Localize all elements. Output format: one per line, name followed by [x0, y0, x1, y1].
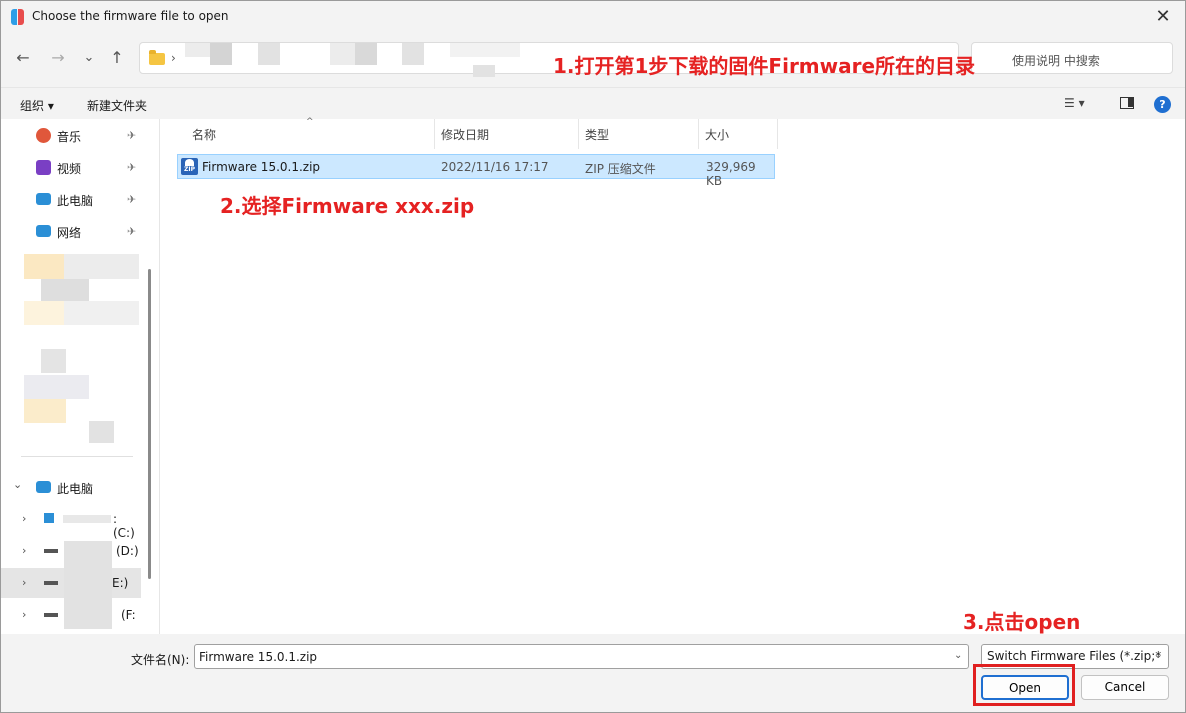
- file-type-filter-value: Switch Firmware Files (*.zip;*: [987, 649, 1162, 663]
- chevron-right-icon[interactable]: ›: [22, 576, 26, 589]
- help-icon[interactable]: ?: [1154, 96, 1171, 113]
- redacted-path: [402, 43, 424, 65]
- column-header-date[interactable]: 修改日期: [441, 126, 489, 143]
- command-toolbar: 组织 ▾ 新建文件夹 ☰ ▾ ?: [1, 87, 1185, 119]
- column-header-type[interactable]: 类型: [585, 126, 609, 143]
- music-icon: [36, 128, 51, 143]
- redacted-drive-names: [64, 541, 112, 629]
- sidebar-item-drive-c[interactable]: › : (C:): [1, 504, 141, 540]
- cancel-button[interactable]: Cancel: [1081, 675, 1169, 700]
- window-title: Choose the firmware file to open: [32, 9, 229, 23]
- drive-label: (D:): [116, 544, 139, 558]
- app-icon: [11, 9, 25, 25]
- redacted-folders: [24, 399, 66, 423]
- recent-locations-chevron-icon[interactable]: ⌄: [78, 47, 100, 69]
- computer-icon: [36, 481, 51, 493]
- folder-icon: [149, 50, 165, 65]
- sidebar-item-label: 此电脑: [57, 482, 94, 496]
- search-box[interactable]: 使用说明 中搜索: [971, 42, 1173, 74]
- close-icon[interactable]: ✕: [1151, 5, 1175, 29]
- drive-label: E:): [112, 576, 129, 590]
- preview-pane-icon[interactable]: [1120, 97, 1134, 109]
- redacted-drive-name: [63, 515, 111, 523]
- redacted-folders: [24, 254, 64, 279]
- address-chevron-icon[interactable]: ›: [171, 51, 176, 65]
- pin-icon: ✈: [127, 225, 137, 238]
- back-arrow-icon[interactable]: ←: [12, 47, 34, 69]
- up-arrow-icon[interactable]: ↑: [106, 47, 128, 69]
- open-button-highlight: [973, 664, 1075, 706]
- column-separator[interactable]: [434, 119, 435, 149]
- new-folder-button[interactable]: 新建文件夹: [87, 97, 147, 114]
- sidebar-divider: [21, 456, 133, 457]
- file-row-firmware-zip[interactable]: ZIP Firmware 15.0.1.zip 2022/11/16 17:17…: [177, 154, 775, 188]
- filename-dropdown-icon[interactable]: ⌄: [954, 650, 962, 661]
- sidebar-item-music[interactable]: 音乐 ✈: [1, 120, 141, 150]
- column-separator[interactable]: [698, 119, 699, 149]
- redacted-folders: [24, 301, 64, 325]
- redacted-folders: [41, 279, 89, 301]
- sidebar-item-label: 网络: [57, 226, 82, 240]
- redacted-folders: [64, 301, 139, 325]
- forward-arrow-icon[interactable]: →: [47, 47, 69, 69]
- sort-ascending-icon: ^: [306, 117, 314, 127]
- file-type: ZIP 压缩文件: [585, 162, 656, 176]
- chevron-right-icon[interactable]: ›: [22, 512, 26, 525]
- sidebar-item-video[interactable]: 视频 ✈: [1, 152, 141, 182]
- redacted-folders: [89, 421, 114, 443]
- sidebar-item-label: 音乐: [57, 130, 82, 144]
- filename-label: 文件名(N):: [131, 653, 190, 667]
- sidebar-item-label: 此电脑: [57, 194, 94, 208]
- chevron-right-icon[interactable]: ›: [22, 544, 26, 557]
- redacted-path: [210, 43, 232, 65]
- drive-icon: [44, 581, 58, 585]
- chevron-right-icon[interactable]: ›: [22, 608, 26, 621]
- annotation-step-3: 3.点击open: [963, 610, 1081, 634]
- video-icon: [36, 160, 51, 175]
- network-icon: [36, 225, 51, 237]
- redacted-folders: [24, 375, 89, 399]
- pin-icon: ✈: [127, 129, 137, 142]
- sidebar-item-this-pc-tree[interactable]: ⌄ 此电脑: [1, 472, 141, 502]
- redacted-path: [355, 43, 377, 65]
- chevron-down-icon[interactable]: ⌄: [13, 478, 22, 491]
- pin-icon: ✈: [127, 193, 137, 206]
- sidebar-item-this-pc[interactable]: 此电脑 ✈: [1, 184, 141, 214]
- redacted-folders: [41, 349, 66, 373]
- drive-label: (F:: [121, 608, 136, 622]
- redacted-path: [473, 65, 495, 77]
- drive-icon: [44, 613, 58, 617]
- column-header-name[interactable]: 名称: [192, 126, 216, 143]
- file-date: 2022/11/16 17:17: [441, 160, 549, 174]
- drive-icon: [44, 549, 58, 553]
- redacted-path: [450, 43, 520, 57]
- redacted-path: [258, 43, 280, 65]
- sidebar-item-network[interactable]: 网络 ✈: [1, 216, 141, 246]
- title-bar: Choose the firmware file to open ✕: [1, 1, 1185, 33]
- sidebar-item-label: 视频: [57, 162, 82, 176]
- annotation-step-1: 1.打开第1步下载的固件Firmware所在的目录: [553, 54, 976, 78]
- file-size: 329,969 KB: [706, 160, 756, 188]
- organize-button[interactable]: 组织 ▾: [20, 97, 54, 114]
- filter-dropdown-icon[interactable]: ⌄: [1154, 650, 1162, 661]
- filename-input[interactable]: [194, 644, 969, 669]
- annotation-step-2: 2.选择Firmware xxx.zip: [220, 194, 475, 218]
- column-separator[interactable]: [578, 119, 579, 149]
- column-separator[interactable]: [777, 119, 778, 149]
- zip-file-icon: ZIP: [181, 158, 198, 175]
- column-header-size[interactable]: 大小: [705, 126, 729, 143]
- redacted-path: [185, 43, 210, 57]
- computer-icon: [36, 193, 51, 205]
- file-name: Firmware 15.0.1.zip: [202, 160, 321, 174]
- redacted-folders: [64, 254, 139, 279]
- search-placeholder: 使用说明 中搜索: [1012, 54, 1100, 68]
- pin-icon: ✈: [127, 161, 137, 174]
- navigation-pane: 音乐 ✈ 视频 ✈ 此电脑 ✈ 网络 ✈ ⌄ 此电脑 ›: (C:) › (D…: [1, 119, 159, 634]
- view-options-icon[interactable]: ☰ ▾: [1064, 96, 1085, 110]
- sidebar-scrollbar[interactable]: [148, 269, 151, 579]
- windows-drive-icon: [44, 513, 54, 523]
